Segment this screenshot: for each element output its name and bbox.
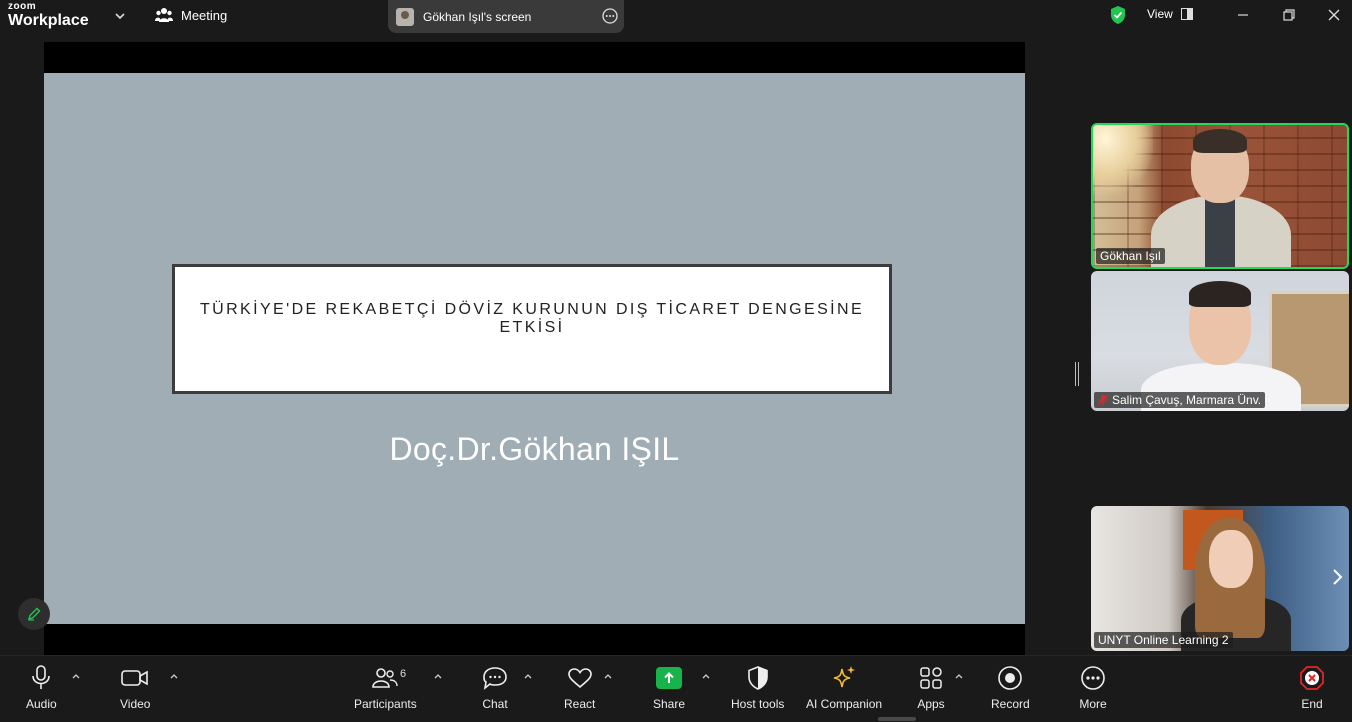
share-options-caret-icon[interactable] <box>701 672 711 680</box>
video-camera-icon <box>121 670 149 686</box>
react-options-caret-icon[interactable] <box>603 672 613 680</box>
presenter-avatar <box>396 7 414 26</box>
record-icon <box>998 666 1023 690</box>
participant-name: Gökhan Işıl <box>1100 249 1161 263</box>
audio-label: Audio <box>26 697 57 711</box>
more-label: More <box>1079 697 1107 711</box>
participants-count: 6 <box>400 668 407 680</box>
meeting-toolbar: Audio Video Participants 6 Chat React Sh… <box>0 655 1352 722</box>
slide-author: Doç.Dr.Gökhan IŞIL <box>389 431 680 467</box>
panel-resize-handle[interactable] <box>1075 362 1079 386</box>
video-label: Video <box>120 697 151 711</box>
video-tile[interactable]: Salim Çavuş, Marmara Ünv. <box>1091 271 1349 411</box>
apps-label: Apps <box>917 697 945 711</box>
audio-button[interactable]: Audio <box>26 664 57 711</box>
share-button[interactable]: Share <box>653 664 685 711</box>
presentation-slide: TÜRKİYE'DE REKABETÇİ DÖVİZ KURUNUN DIŞ T… <box>44 73 1025 624</box>
video-tile[interactable]: UNYT Online Learning 2 <box>1091 506 1349 651</box>
apps-options-caret-icon[interactable] <box>954 672 964 680</box>
video-tile-active-speaker[interactable]: Gökhan Işıl <box>1091 123 1349 269</box>
ai-companion-button[interactable]: AI Companion <box>806 664 882 711</box>
screen-share-label: Gökhan Işıl's screen <box>423 9 532 24</box>
meeting-label: Meeting <box>181 7 228 23</box>
host-shield-icon <box>747 666 768 690</box>
host-tools-label: Host tools <box>731 697 785 711</box>
people-icon <box>155 8 173 22</box>
chevron-down-icon[interactable] <box>112 8 128 24</box>
participants-options-caret-icon[interactable] <box>433 672 443 680</box>
minimize-icon[interactable] <box>1235 7 1251 23</box>
meeting-info-button[interactable]: Meeting <box>155 7 227 23</box>
apps-button[interactable]: Apps <box>916 664 946 711</box>
more-options-icon[interactable] <box>602 8 618 24</box>
more-button[interactable]: More <box>1078 664 1108 711</box>
logo-small-text: zoom <box>8 1 37 12</box>
logo-big-text: Workplace <box>8 12 89 29</box>
participants-label: Participants <box>354 697 417 711</box>
chat-bubble-icon <box>483 667 507 690</box>
video-options-caret-icon[interactable] <box>169 672 179 680</box>
participant-name: Salim Çavuş, Marmara Ünv. <box>1112 393 1262 407</box>
taskbar-indicator <box>878 717 916 721</box>
security-shield-icon[interactable] <box>1109 5 1127 25</box>
slide-title: TÜRKİYE'DE REKABETÇİ DÖVİZ KURUNUN DIŞ T… <box>199 301 865 336</box>
view-button[interactable]: View <box>1147 7 1193 21</box>
chat-button[interactable]: Chat <box>480 664 510 711</box>
share-screen-icon <box>656 667 683 689</box>
video-button[interactable]: Video <box>120 664 150 711</box>
chat-label: Chat <box>482 697 508 711</box>
chat-options-caret-icon[interactable] <box>523 672 533 680</box>
end-meeting-button[interactable]: End <box>1297 664 1327 711</box>
restore-icon[interactable] <box>1281 7 1297 23</box>
end-x-icon <box>1300 666 1324 690</box>
participant-name-label: Salim Çavuş, Marmara Ünv. <box>1094 392 1266 408</box>
participant-name-label: Gökhan Işıl <box>1096 248 1165 264</box>
react-label: React <box>564 697 596 711</box>
sparkle-icon <box>833 666 856 688</box>
title-bar: zoom Workplace Meeting Gökhan Işıl's scr… <box>0 0 1352 38</box>
host-tools-button[interactable]: Host tools <box>731 664 784 711</box>
view-label: View <box>1147 7 1173 21</box>
annotate-pencil-button[interactable] <box>18 598 50 630</box>
muted-mic-icon <box>1098 394 1108 406</box>
zoom-logo: zoom Workplace <box>8 2 89 29</box>
record-label: Record <box>991 697 1030 711</box>
participants-button[interactable]: Participants <box>354 664 417 711</box>
participants-icon <box>372 668 399 688</box>
next-page-arrow-icon[interactable] <box>1331 568 1343 586</box>
close-icon[interactable] <box>1326 7 1342 23</box>
more-dots-icon <box>1081 666 1105 690</box>
react-button[interactable]: React <box>564 664 595 711</box>
share-label: Share <box>653 697 686 711</box>
microphone-icon <box>32 665 51 689</box>
screen-share-indicator[interactable]: Gökhan Işıl's screen <box>388 0 624 33</box>
ai-companion-label: AI Companion <box>806 697 883 711</box>
participant-name: UNYT Online Learning 2 <box>1098 633 1229 647</box>
apps-grid-icon <box>920 667 942 689</box>
slide-title-box: TÜRKİYE'DE REKABETÇİ DÖVİZ KURUNUN DIŞ T… <box>172 264 892 394</box>
pencil-icon <box>27 607 41 621</box>
shared-screen: TÜRKİYE'DE REKABETÇİ DÖVİZ KURUNUN DIŞ T… <box>44 42 1025 655</box>
end-label: End <box>1301 697 1323 711</box>
participant-name-label: UNYT Online Learning 2 <box>1094 632 1233 648</box>
heart-icon <box>567 668 592 689</box>
audio-options-caret-icon[interactable] <box>71 672 81 680</box>
record-button[interactable]: Record <box>991 664 1030 711</box>
layout-icon <box>1180 8 1193 20</box>
